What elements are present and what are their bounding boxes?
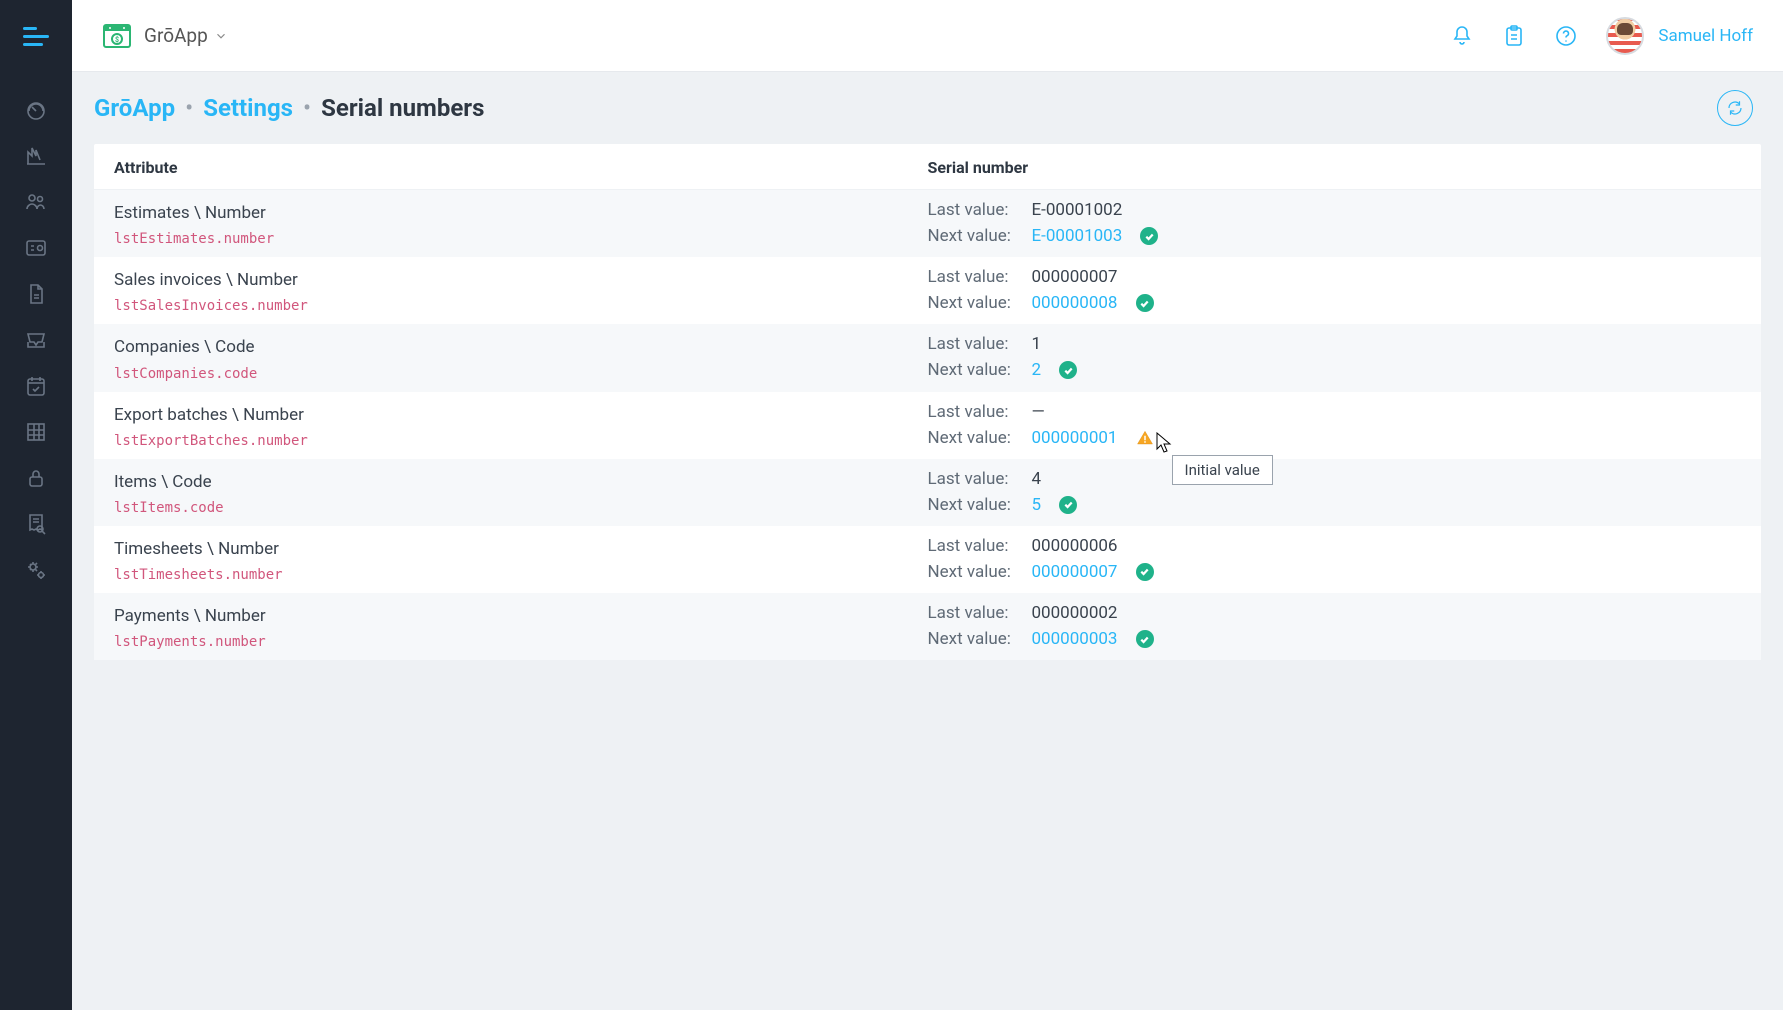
lock-icon[interactable] [24, 466, 48, 490]
next-value-link[interactable]: 000000008 [1032, 293, 1118, 313]
next-value-label: Next value: [928, 495, 1014, 515]
next-value-label: Next value: [928, 293, 1014, 313]
attribute-code: lstItems.code [114, 500, 928, 516]
user-name-label: Samuel Hoff [1658, 26, 1753, 46]
attribute-code: lstTimesheets.number [114, 567, 928, 583]
dashboard-icon[interactable] [24, 98, 48, 122]
table-row: Companies \ Code lstCompanies.codeLast va… [94, 324, 1761, 391]
grid-icon[interactable] [24, 420, 48, 444]
last-value-label: Last value: [928, 603, 1014, 623]
attribute-title: Sales invoices \ Number [114, 267, 928, 294]
col-attribute-label: Attribute [114, 158, 928, 177]
hamburger-icon [23, 27, 49, 46]
calendar-check-icon[interactable] [24, 374, 48, 398]
inbox-icon[interactable] [24, 328, 48, 352]
attribute-code: lstSalesInvoices.number [114, 298, 928, 314]
topbar: $ GrōApp [72, 0, 1783, 72]
chevron-down-icon [214, 29, 228, 43]
refresh-button[interactable] [1717, 90, 1753, 126]
next-value-label: Next value: [928, 226, 1014, 246]
app-name-label: GrōApp [144, 24, 208, 47]
next-value-label: Next value: [928, 360, 1014, 380]
user-menu[interactable]: Samuel Hoff [1606, 17, 1753, 55]
status-ok-icon [1059, 496, 1077, 514]
attribute-title: Companies \ Code [114, 334, 928, 361]
sidebar-toggle[interactable] [0, 0, 72, 72]
svg-text:$: $ [115, 36, 119, 44]
last-value-label: Last value: [928, 402, 1014, 422]
table-row: Timesheets \ Number lstTimesheets.numberL… [94, 526, 1761, 593]
table-row: Payments \ Number lstPayments.numberLast … [94, 593, 1761, 660]
document-icon[interactable] [24, 282, 48, 306]
table-header: Attribute Serial number [94, 144, 1761, 190]
breadcrumb-settings[interactable]: Settings [203, 94, 293, 122]
last-value: E-00001002 [1032, 200, 1123, 220]
status-ok-icon [1136, 563, 1154, 581]
next-value-link[interactable]: 5 [1032, 495, 1042, 515]
table-row: Export batches \ Number lstExportBatches.… [94, 392, 1761, 459]
breadcrumb-app[interactable]: GrōApp [94, 94, 175, 122]
attribute-code: lstPayments.number [114, 634, 928, 650]
last-value: 000000007 [1032, 267, 1118, 287]
attribute-title: Items \ Code [114, 469, 928, 496]
app-logo-icon: $ [102, 21, 132, 51]
attribute-title: Payments \ Number [114, 603, 928, 630]
next-value-link[interactable]: 000000001 [1032, 428, 1118, 448]
avatar [1606, 17, 1644, 55]
sidebar-nav [24, 98, 48, 582]
attribute-code: lstExportBatches.number [114, 433, 928, 449]
reports-icon[interactable] [24, 144, 48, 168]
status-ok-icon [1136, 630, 1154, 648]
next-value-label: Next value: [928, 629, 1014, 649]
serial-numbers-card: Attribute Serial number Estimates \ Numb… [94, 144, 1761, 660]
col-serial-label: Serial number [928, 158, 1742, 177]
next-value-link[interactable]: 000000003 [1032, 629, 1118, 649]
settings-gears-icon[interactable] [24, 558, 48, 582]
attribute-title: Export batches \ Number [114, 402, 928, 429]
status-warning-icon [1136, 429, 1154, 447]
page-head: GrōApp • Settings • Serial numbers [72, 72, 1783, 144]
sidebar [0, 0, 72, 1010]
list-detail-icon[interactable] [24, 236, 48, 260]
breadcrumb-sep: • [303, 94, 311, 122]
clipboard-icon[interactable] [1502, 24, 1526, 48]
table-row: Items \ Code lstItems.codeLast value: 4 Nex… [94, 459, 1761, 526]
status-ok-icon [1136, 294, 1154, 312]
last-value: — [1032, 402, 1045, 422]
breadcrumb-sep: • [185, 94, 193, 122]
attribute-title: Timesheets \ Number [114, 536, 928, 563]
table-row: Estimates \ Number lstEstimates.numberLas… [94, 190, 1761, 257]
notifications-icon[interactable] [1450, 24, 1474, 48]
last-value: 1 [1032, 334, 1042, 354]
attribute-code: lstEstimates.number [114, 231, 928, 247]
breadcrumb: GrōApp • Settings • Serial numbers [94, 94, 484, 122]
last-value: 000000006 [1032, 536, 1118, 556]
last-value: 000000002 [1032, 603, 1118, 623]
status-ok-icon [1059, 361, 1077, 379]
app-picker[interactable]: $ GrōApp [102, 21, 228, 51]
receipt-search-icon[interactable] [24, 512, 48, 536]
last-value-label: Last value: [928, 536, 1014, 556]
last-value: 4 [1032, 469, 1042, 489]
next-value-link[interactable]: 2 [1032, 360, 1042, 380]
breadcrumb-current: Serial numbers [321, 94, 484, 122]
next-value-label: Next value: [928, 428, 1014, 448]
status-ok-icon [1140, 227, 1158, 245]
next-value-link[interactable]: 000000007 [1032, 562, 1118, 582]
next-value-label: Next value: [928, 562, 1014, 582]
last-value-label: Last value: [928, 469, 1014, 489]
help-icon[interactable] [1554, 24, 1578, 48]
last-value-label: Last value: [928, 200, 1014, 220]
last-value-label: Last value: [928, 334, 1014, 354]
last-value-label: Last value: [928, 267, 1014, 287]
table-row: Sales invoices \ Number lstSalesInvoices.… [94, 257, 1761, 324]
next-value-link[interactable]: E-00001003 [1032, 226, 1123, 246]
attribute-title: Estimates \ Number [114, 200, 928, 227]
people-icon[interactable] [24, 190, 48, 214]
attribute-code: lstCompanies.code [114, 366, 928, 382]
